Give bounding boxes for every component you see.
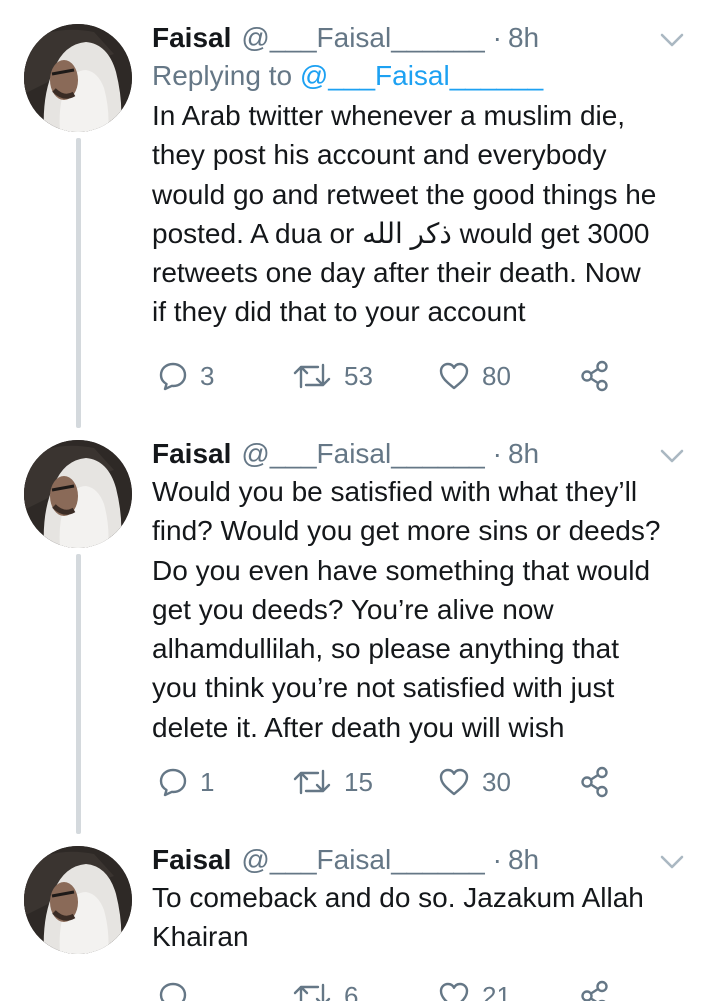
like-button[interactable]: 30 bbox=[438, 762, 511, 802]
avatar-image bbox=[24, 440, 132, 548]
replying-to-label: Replying to bbox=[152, 60, 293, 91]
retweet-icon bbox=[293, 983, 331, 1001]
reply-button[interactable] bbox=[158, 976, 200, 1001]
display-name[interactable]: Faisal bbox=[152, 436, 231, 472]
separator-dot: · bbox=[492, 22, 502, 53]
reply-count: 1 bbox=[200, 766, 215, 797]
retweet-count: 53 bbox=[344, 360, 373, 391]
reply-icon bbox=[159, 982, 187, 1001]
like-button[interactable]: 80 bbox=[438, 356, 511, 396]
tweet-text: To comeback and do so. Jazakum Allah Kha… bbox=[152, 882, 644, 953]
retweet-button[interactable]: 15 bbox=[292, 762, 373, 802]
like-button[interactable]: 21 bbox=[438, 976, 511, 1001]
reply-icon bbox=[159, 768, 187, 797]
timestamp[interactable]: 8h bbox=[508, 20, 539, 56]
like-icon bbox=[439, 362, 469, 390]
thread-line bbox=[76, 138, 81, 428]
avatar[interactable] bbox=[24, 24, 132, 132]
like-count: 80 bbox=[482, 360, 511, 391]
reply-button[interactable]: 1 bbox=[158, 762, 214, 802]
separator-dot: · bbox=[492, 844, 502, 875]
thread-line bbox=[76, 554, 81, 834]
replying-to: Replying to @___Faisal______ bbox=[152, 56, 704, 96]
avatar[interactable] bbox=[24, 440, 132, 548]
avatar-image bbox=[24, 24, 132, 132]
share-icon bbox=[581, 360, 608, 392]
avatar[interactable] bbox=[24, 846, 132, 954]
retweet-icon bbox=[293, 769, 331, 795]
like-count: 30 bbox=[482, 766, 511, 797]
retweet-icon bbox=[293, 363, 331, 389]
display-name[interactable]: Faisal bbox=[152, 842, 231, 878]
chevron-down-icon[interactable] bbox=[658, 852, 686, 872]
share-icon bbox=[581, 766, 608, 798]
retweet-button[interactable]: 53 bbox=[292, 356, 373, 396]
reply-icon bbox=[159, 362, 187, 391]
like-count: 21 bbox=[482, 980, 511, 1001]
share-button[interactable] bbox=[580, 762, 610, 802]
reply-count: 3 bbox=[200, 360, 215, 391]
tweet-text: In Arab twitter whenever a muslim die, t… bbox=[152, 100, 657, 328]
user-handle[interactable]: @___Faisal______ bbox=[241, 20, 484, 56]
tweet-header: Faisal @___Faisal______ · 8h bbox=[152, 842, 704, 878]
replying-to-handle[interactable]: @___Faisal______ bbox=[300, 60, 543, 91]
user-handle[interactable]: @___Faisal______ bbox=[241, 842, 484, 878]
avatar-image bbox=[24, 846, 132, 954]
chevron-down-icon[interactable] bbox=[658, 30, 686, 50]
retweet-count: 15 bbox=[344, 766, 373, 797]
tweet-header: Faisal @___Faisal______ · 8h bbox=[152, 436, 704, 472]
user-handle[interactable]: @___Faisal______ bbox=[241, 436, 484, 472]
retweet-count: 6 bbox=[344, 980, 359, 1001]
tweet-text: Would you be satisfied with what they’ll… bbox=[152, 476, 661, 743]
share-button[interactable] bbox=[580, 976, 610, 1001]
timestamp[interactable]: 8h bbox=[508, 842, 539, 878]
separator-dot: · bbox=[492, 438, 502, 469]
timestamp[interactable]: 8h bbox=[508, 436, 539, 472]
chevron-down-icon[interactable] bbox=[658, 446, 686, 466]
like-icon bbox=[439, 982, 469, 1001]
like-icon bbox=[439, 768, 469, 796]
retweet-button[interactable]: 6 bbox=[292, 976, 358, 1001]
reply-button[interactable]: 3 bbox=[158, 356, 214, 396]
display-name[interactable]: Faisal bbox=[152, 20, 231, 56]
share-button[interactable] bbox=[580, 356, 610, 396]
tweet-header: Faisal @___Faisal______ · 8h bbox=[152, 20, 704, 56]
share-icon bbox=[581, 980, 608, 1001]
